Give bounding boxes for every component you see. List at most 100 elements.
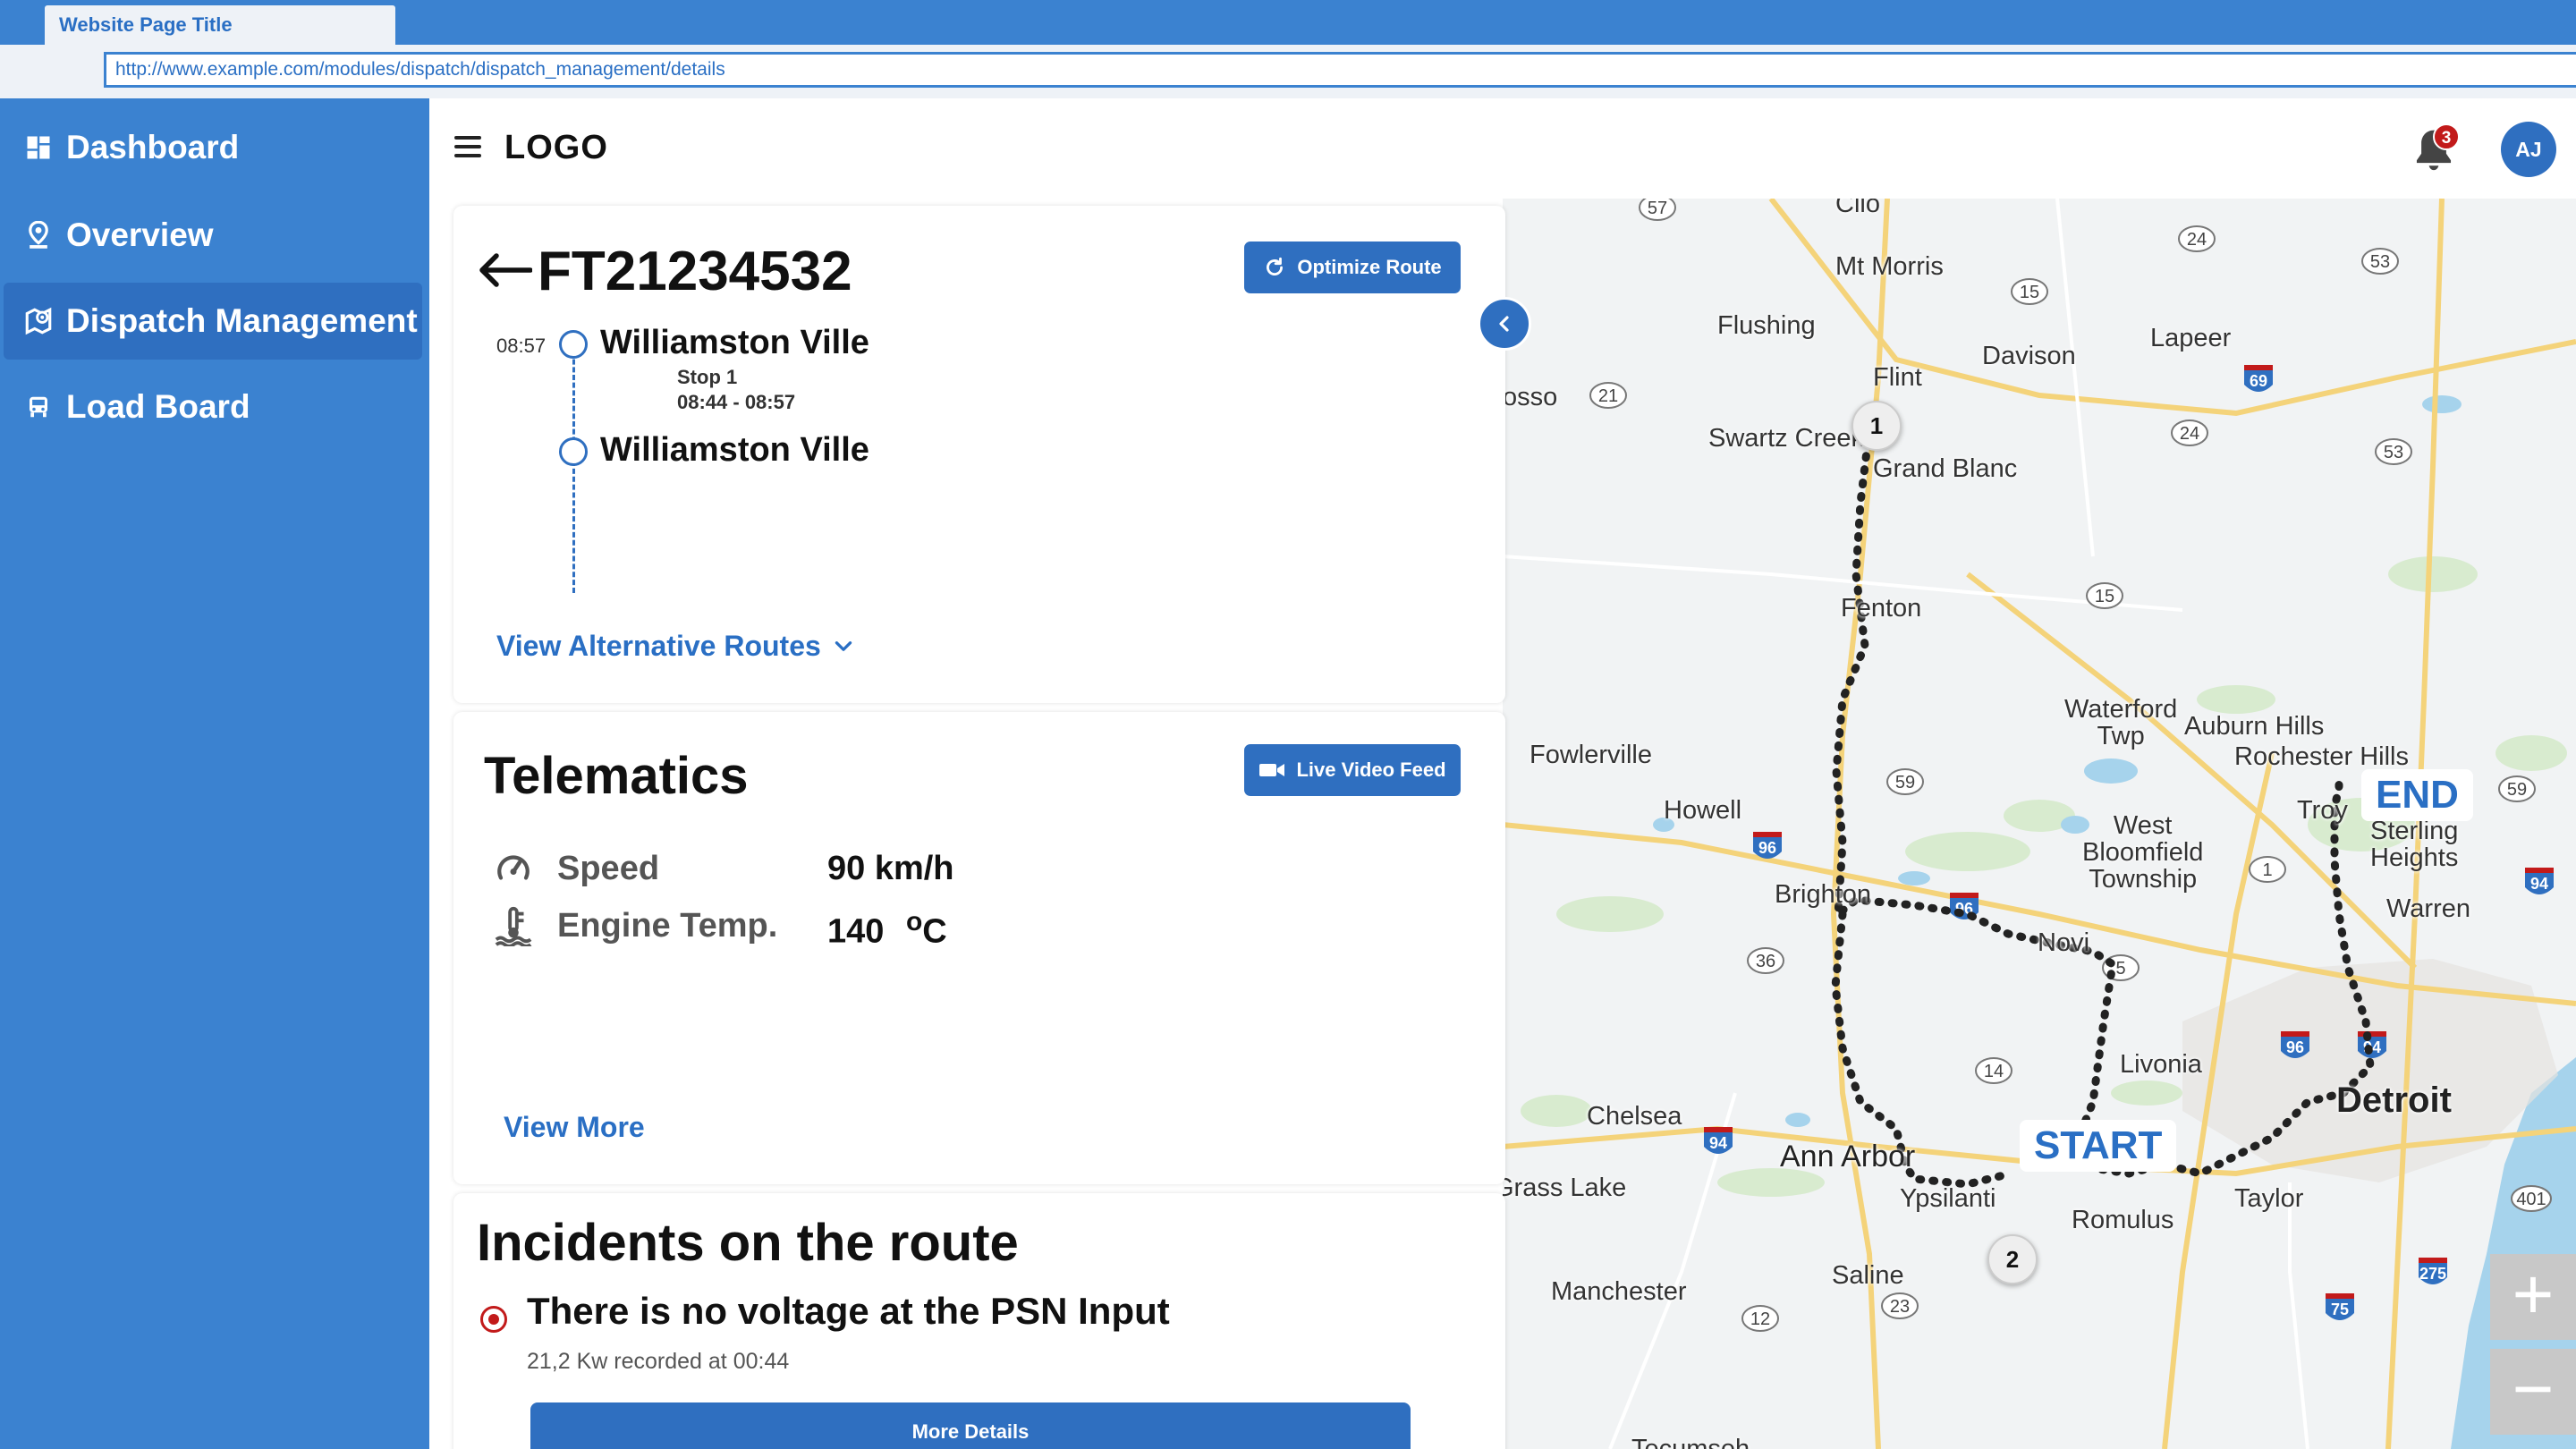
- browser-address-bar: [0, 45, 2576, 98]
- stop-name[interactable]: Williamston Ville: [600, 324, 869, 362]
- waypoint-marker-1[interactable]: 1: [1852, 401, 1902, 451]
- map-place-label: Davison: [1982, 342, 2076, 370]
- sidebar-item-label: Dashboard: [66, 129, 240, 165]
- map-place-label: osso: [1503, 383, 1558, 411]
- telematics-title: Telematics: [484, 747, 749, 805]
- zoom-out-button[interactable]: −: [2490, 1349, 2576, 1435]
- map-place-label: Swartz Creek: [1708, 424, 1865, 453]
- svg-text:96: 96: [2286, 1038, 2304, 1056]
- svg-text:57: 57: [1648, 199, 1667, 218]
- route-id-title: FT21234532: [538, 241, 852, 302]
- zoom-in-button[interactable]: +: [2490, 1254, 2576, 1340]
- map-place-label: Waterford Twp: [2064, 695, 2178, 750]
- chevron-down-icon: [835, 640, 852, 651]
- svg-text:14: 14: [1984, 1062, 2004, 1081]
- svg-text:12: 12: [1750, 1309, 1770, 1329]
- avatar[interactable]: AJ: [2501, 122, 2556, 177]
- back-arrow-icon[interactable]: [477, 243, 533, 297]
- map-place-label: Fowlerville: [1530, 741, 1652, 769]
- svg-text:96: 96: [1758, 839, 1776, 857]
- incidents-title: Incidents on the route: [477, 1214, 1019, 1272]
- speedometer-icon: [495, 850, 532, 892]
- start-marker-label[interactable]: START: [2020, 1120, 2177, 1172]
- sidebar-item-dashboard[interactable]: Dashboard: [4, 109, 422, 186]
- map-place-label: Brighton: [1775, 880, 1872, 909]
- end-marker-label[interactable]: END: [2361, 769, 2473, 821]
- stop-time: 08:57: [496, 335, 547, 357]
- more-details-button[interactable]: More Details: [530, 1402, 1411, 1449]
- sidebar-item-label: Overview: [66, 216, 214, 253]
- stop-name[interactable]: Williamston Ville: [600, 431, 869, 470]
- menu-icon[interactable]: [454, 136, 481, 159]
- map-place-label: Flint: [1873, 363, 1922, 392]
- map-place-label: Ypsilanti: [1900, 1184, 1996, 1213]
- speed-label: Speed: [557, 850, 660, 887]
- live-video-feed-label: Live Video Feed: [1296, 758, 1446, 781]
- svg-text:21: 21: [1598, 386, 1618, 406]
- map-place-label: Grass Lake: [1503, 1174, 1627, 1202]
- timeline-connector: [572, 461, 575, 593]
- refresh-icon: [1267, 257, 1284, 275]
- map-place-label: Fenton: [1841, 594, 1922, 623]
- sidebar-item-load-board[interactable]: Load Board: [4, 369, 422, 445]
- sidebar-item-label: Load Board: [66, 388, 250, 425]
- chevron-left-icon: [1499, 316, 1509, 332]
- view-more-link[interactable]: View More: [504, 1111, 645, 1144]
- svg-text:1: 1: [2262, 860, 2272, 880]
- sidebar-item-overview[interactable]: Overview: [4, 197, 422, 274]
- map-place-label: Lapeer: [2150, 324, 2232, 352]
- sidebar-item-dispatch-management[interactable]: Dispatch Management: [4, 283, 422, 360]
- svg-text:59: 59: [1895, 773, 1915, 792]
- route-map[interactable]: 57 24 53 15 21 24 53 15 59 59 1 36 5 14 …: [1503, 199, 2576, 1449]
- optimize-route-button[interactable]: Optimize Route: [1244, 242, 1461, 293]
- map-place-label: Tecumseh: [1631, 1435, 1750, 1449]
- svg-text:24: 24: [2180, 424, 2199, 444]
- map-place-label: Howell: [1664, 796, 1742, 825]
- speed-value: 90 km/h: [827, 850, 954, 887]
- sidebar: Dashboard Overview Dispatch Management L…: [0, 98, 429, 1449]
- stop-marker: [559, 330, 588, 359]
- svg-text:75: 75: [2331, 1301, 2349, 1318]
- dashboard-icon: [23, 132, 54, 163]
- map-place-label: Taylor: [2234, 1184, 2304, 1213]
- stop-number: Stop 1: [677, 366, 738, 388]
- alert-dot-icon: [480, 1306, 507, 1333]
- incident-text: There is no voltage at the PSN Input: [527, 1290, 1170, 1332]
- map-place-label: Grand Blanc: [1873, 454, 2018, 483]
- collapse-panel-button[interactable]: [1478, 297, 1531, 351]
- live-video-feed-button[interactable]: Live Video Feed: [1244, 744, 1461, 796]
- waypoint-marker-2[interactable]: 2: [1987, 1234, 2038, 1284]
- svg-text:5: 5: [2115, 959, 2125, 979]
- map-place-label: Warren: [2386, 894, 2470, 923]
- sidebar-item-label: Dispatch Management: [66, 302, 418, 339]
- map-place-label: Clio: [1835, 199, 1880, 218]
- notification-count-badge: 3: [2433, 123, 2460, 150]
- map-place-label: Flushing: [1717, 311, 1816, 340]
- svg-text:36: 36: [1756, 952, 1775, 971]
- map-place-label: Ann Arbor: [1780, 1140, 1916, 1174]
- svg-text:53: 53: [2384, 443, 2403, 462]
- map-place-label: Troy: [2297, 796, 2348, 825]
- svg-text:23: 23: [1890, 1297, 1910, 1317]
- map-place-label: Auburn Hills: [2184, 712, 2325, 741]
- map-pin-icon: [23, 306, 54, 336]
- url-input[interactable]: [104, 52, 2576, 88]
- engine-temperature-icon: [493, 905, 534, 951]
- svg-text:275: 275: [2419, 1265, 2446, 1283]
- svg-text:94: 94: [2530, 875, 2548, 893]
- stop-marker: [559, 437, 588, 466]
- engine-temp-unit: C: [922, 912, 947, 951]
- map-place-label: Chelsea: [1587, 1102, 1682, 1131]
- view-alternative-routes-link[interactable]: View Alternative Routes: [496, 630, 855, 663]
- route-card: FT21234532 Optimize Route 08:57 Williams…: [453, 206, 1505, 703]
- engine-temp-value: 140 oC: [827, 907, 947, 952]
- map-place-label: West Bloomfield Township: [2082, 811, 2204, 894]
- video-camera-icon: [1259, 764, 1285, 776]
- degree-symbol: o: [905, 907, 923, 936]
- svg-text:401: 401: [2516, 1190, 2546, 1209]
- svg-text:15: 15: [2095, 587, 2114, 606]
- browser-tab[interactable]: Website Page Title: [45, 5, 395, 47]
- svg-text:69: 69: [2250, 372, 2267, 390]
- browser-tab-bar: Website Page Title: [0, 0, 2576, 47]
- map-place-label: Manchester: [1551, 1277, 1687, 1306]
